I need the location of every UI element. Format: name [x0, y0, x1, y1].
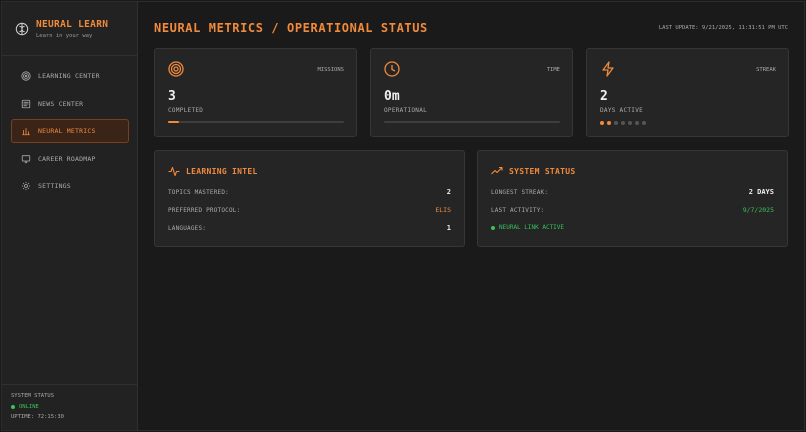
brand: NEURAL LEARN Learn in your way	[2, 2, 137, 56]
brand-subtitle: Learn in your way	[36, 32, 93, 39]
row-label: TOPICS MASTERED:	[168, 188, 229, 196]
page-title: NEURAL METRICS / OPERATIONAL STATUS	[154, 21, 428, 35]
main-content: NEURAL METRICS / OPERATIONAL STATUS LAST…	[138, 2, 804, 430]
uptime-label: UPTIME: 72:15:30	[11, 414, 64, 420]
streak-label: STREAK	[756, 67, 776, 73]
monitor-icon	[21, 154, 31, 163]
system-status-title: SYSTEM STATUS	[11, 393, 55, 399]
missions-progress-fill	[168, 121, 179, 123]
pulse-icon	[168, 166, 180, 177]
streak-dot	[642, 121, 646, 125]
system-status-header: SYSTEM STATUS	[491, 165, 576, 177]
info-row-languages: LANGUAGES: 1	[168, 224, 451, 232]
missions-sub: COMPLETED	[168, 107, 204, 114]
info-row-last-activity: LAST ACTIVITY: 9/7/2025	[491, 206, 774, 214]
row-value: 2	[446, 188, 451, 196]
row-label: LONGEST STREAK:	[491, 188, 549, 196]
learning-intel-title: LEARNING INTEL	[186, 166, 258, 176]
streak-dot	[614, 121, 618, 125]
sidebar-nav: LEARNING CENTER NEWS CENTER NEURAL METRI…	[2, 56, 137, 198]
target-icon	[21, 71, 31, 81]
system-status-panel: SYSTEM STATUS LONGEST STREAK: 2 DAYS LAS…	[477, 150, 788, 247]
brain-icon	[15, 22, 29, 35]
status-dot-icon	[11, 405, 15, 409]
row-value: 1	[446, 224, 451, 232]
last-update: LAST UPDATE: 9/21/2025, 11:31:51 PM UTC	[658, 25, 788, 31]
sidebar-item-neural-metrics[interactable]: NEURAL METRICS	[11, 119, 129, 143]
row-value: 2 DAYS	[748, 188, 774, 196]
trending-up-icon	[491, 166, 503, 175]
streak-dot	[607, 121, 611, 125]
app-window: NEURAL LEARN Learn in your way LEARNING …	[1, 1, 805, 431]
learning-intel-header: LEARNING INTEL	[168, 165, 258, 177]
online-label: ONLINE	[19, 404, 39, 410]
neural-link-label: NEURAL LINK ACTIVE	[499, 224, 565, 231]
time-label: TIME	[546, 67, 560, 73]
info-row-topics: TOPICS MASTERED: 2	[168, 188, 451, 196]
streak-sub: DAYS ACTIVE	[600, 107, 644, 114]
sidebar: NEURAL LEARN Learn in your way LEARNING …	[2, 2, 138, 430]
sidebar-system-status: SYSTEM STATUS ONLINE UPTIME: 72:15:30	[2, 384, 137, 430]
gear-icon	[21, 181, 31, 191]
streak-dots	[600, 121, 649, 125]
time-card: TIME 0m OPERATIONAL	[370, 48, 573, 137]
bar-chart-icon	[22, 128, 30, 136]
sidebar-item-label: CAREER ROADMAP	[38, 154, 96, 163]
streak-card: STREAK 2 DAYS ACTIVE	[586, 48, 789, 137]
system-status-title: SYSTEM STATUS	[509, 166, 576, 176]
row-label: LANGUAGES:	[168, 224, 207, 232]
sidebar-item-label: NEURAL METRICS	[38, 127, 96, 135]
row-value: 9/7/2025	[742, 206, 774, 214]
sidebar-item-label: NEWS CENTER	[38, 99, 84, 108]
brand-title: NEURAL LEARN	[36, 18, 109, 30]
target-icon	[168, 61, 184, 77]
newspaper-icon	[21, 99, 31, 108]
streak-dot	[600, 121, 604, 125]
online-indicator: ONLINE	[11, 404, 137, 410]
row-label: LAST ACTIVITY:	[491, 206, 545, 214]
missions-label: MISSIONS	[317, 67, 345, 73]
sidebar-item-career-roadmap[interactable]: CAREER ROADMAP	[11, 147, 129, 171]
time-sub: OPERATIONAL	[384, 107, 428, 114]
time-value: 0m	[384, 89, 400, 104]
sidebar-item-label: LEARNING CENTER	[38, 72, 100, 80]
clock-icon	[384, 61, 400, 77]
missions-progress	[168, 121, 344, 123]
sidebar-item-settings[interactable]: SETTINGS	[11, 174, 129, 198]
info-row-longest-streak: LONGEST STREAK: 2 DAYS	[491, 188, 774, 196]
missions-card: MISSIONS 3 COMPLETED	[154, 48, 357, 137]
row-label: PREFERRED PROTOCOL:	[168, 206, 241, 214]
sidebar-item-label: SETTINGS	[38, 182, 71, 190]
streak-dot	[635, 121, 639, 125]
streak-dot	[628, 121, 632, 125]
lightning-icon	[602, 61, 614, 77]
missions-value: 3	[168, 89, 176, 104]
row-value: ELIS	[435, 206, 451, 214]
learning-intel-panel: LEARNING INTEL TOPICS MASTERED: 2 PREFER…	[154, 150, 465, 247]
streak-dot	[621, 121, 625, 125]
neural-link-status: NEURAL LINK ACTIVE	[491, 224, 564, 231]
time-progress	[384, 121, 560, 123]
info-row-protocol: PREFERRED PROTOCOL: ELIS	[168, 206, 451, 214]
sidebar-item-learning-center[interactable]: LEARNING CENTER	[11, 64, 129, 88]
streak-value: 2	[600, 89, 608, 104]
sidebar-item-news-center[interactable]: NEWS CENTER	[11, 92, 129, 116]
status-dot-icon	[491, 225, 495, 230]
